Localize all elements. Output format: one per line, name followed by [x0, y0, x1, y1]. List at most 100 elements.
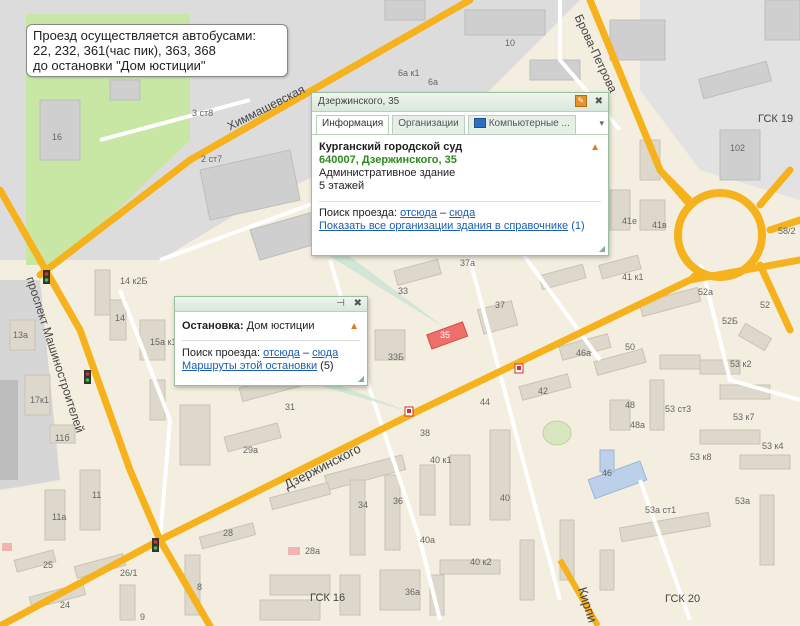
popup-header: ⊣ ✖ [175, 297, 367, 312]
house-label: 11 [92, 490, 102, 500]
bus-stop-marker-2[interactable] [514, 363, 524, 374]
close-icon[interactable]: ✖ [354, 298, 362, 309]
show-all-organizations-link[interactable]: Показать все организации здания в справо… [319, 220, 568, 232]
house-label: 53а [735, 496, 751, 506]
house-label: 41в [652, 220, 667, 230]
route-dash: – [439, 207, 447, 219]
house-label: 53а ст1 [645, 505, 677, 515]
route-label: Поиск проезда: [182, 347, 260, 359]
house-label: 53 к8 [690, 452, 712, 462]
building-floors: 5 этажей [319, 180, 365, 192]
route-from-here-link[interactable]: отсюда [400, 207, 437, 219]
note-line: 22, 232, 361(час пик), 363, 368 [33, 43, 216, 58]
stop-routes-link[interactable]: Маршруты этой остановки [182, 360, 317, 372]
house-label: 6а [428, 77, 439, 87]
house-label: 53 к4 [762, 441, 784, 451]
house-label: 24 [60, 600, 71, 610]
tab-computer[interactable]: Компьютерные ... [467, 115, 576, 134]
route-to-here-link[interactable]: сюда [449, 207, 475, 219]
house-label: 37 [495, 300, 506, 310]
house-label: 53 к7 [733, 412, 755, 422]
pin-icon[interactable]: ✎ [574, 95, 587, 108]
traffic-light-icon-2 [43, 270, 50, 284]
house-label: 31 [285, 402, 296, 412]
house-label: 44 [480, 397, 491, 407]
house-label: 50 [625, 342, 636, 352]
house-label: 40 к1 [430, 455, 452, 465]
house-label: 102 [730, 143, 746, 153]
house-label: 52а [698, 287, 714, 297]
house-label: 33Б [388, 352, 404, 362]
highlighted-building-label: 35 [440, 330, 451, 340]
house-label: 48а [630, 420, 646, 430]
house-label: 14 [115, 313, 126, 323]
popup-title: Дзержинского, 35 [318, 96, 400, 107]
house-label: 40 к2 [470, 557, 492, 567]
house-label: 53 ст3 [665, 404, 692, 414]
house-label: 11а [52, 512, 67, 522]
tab-info[interactable]: Информация [316, 115, 390, 134]
bus-stop-popup: ⊣ ✖ ▲ Остановка: Дом юстиции Поиск проез… [174, 296, 368, 386]
resize-handle-icon[interactable]: ◢ [599, 244, 605, 253]
house-label: 17к1 [30, 395, 49, 405]
small-green [542, 420, 572, 446]
house-label: 11б [55, 433, 70, 443]
house-label: 26/1 [120, 568, 138, 578]
house-label: 3 ст8 [192, 108, 214, 118]
house-label: 28а [305, 546, 321, 556]
close-icon[interactable]: ✖ [595, 96, 603, 107]
house-label: 36 [393, 496, 404, 506]
organization-name: Курганский городской суд [319, 141, 463, 153]
route-from-here-link[interactable]: отсюда [263, 347, 300, 359]
house-label: 41 к1 [622, 272, 644, 282]
house-label: 52 [760, 300, 771, 310]
house-label: 10 [505, 38, 516, 48]
house-label: 14 к2Б [120, 276, 148, 286]
garage-label: ГСК 20 [665, 593, 701, 605]
house-label: 40а [420, 535, 436, 545]
bus-stop-marker[interactable] [404, 406, 414, 417]
pin-icon[interactable]: ⊣ [336, 298, 345, 309]
house-label: 37а [460, 258, 476, 268]
building-popup: Дзержинского, 35 ✎ ✖ Информация Организа… [311, 92, 609, 256]
chevron-down-icon[interactable]: ▾ [599, 115, 604, 134]
stop-label: Остановка: [182, 320, 244, 332]
route-label: Поиск проезда: [319, 207, 397, 219]
house-label: 25 [43, 560, 54, 570]
tab-organizations[interactable]: Организации [392, 115, 465, 134]
monitor-icon [473, 118, 486, 129]
building-type: Административное здание [319, 167, 456, 179]
house-label: 53 к2 [730, 359, 752, 369]
popup-tabs: Информация Организации Компьютерные ... … [312, 112, 608, 135]
house-label: 33 [398, 286, 409, 296]
house-label: 28 [223, 528, 234, 538]
house-label: 34 [358, 500, 369, 510]
resize-handle-icon[interactable]: ◢ [358, 374, 364, 383]
house-label: 58/2 [778, 226, 796, 236]
route-to-here-link[interactable]: сюда [312, 347, 338, 359]
house-label: 16 [52, 132, 63, 142]
house-label: 41е [622, 216, 638, 226]
organizations-count: (1) [571, 220, 585, 232]
house-label: 13а [13, 330, 29, 340]
route-dash: – [302, 347, 310, 359]
house-label: 42 [538, 386, 549, 396]
report-error-icon[interactable]: ▲ [590, 141, 600, 154]
stop-name: Дом юстиции [246, 320, 315, 332]
note-line: до остановки "Дом юстиции" [33, 58, 206, 73]
garage-label: ГСК 16 [310, 592, 346, 604]
popup-header: Дзержинского, 35 ✎ ✖ [312, 93, 608, 112]
stop-routes-count: (5) [320, 360, 334, 372]
house-label: 48 [625, 400, 636, 410]
house-label: 46а [576, 348, 592, 358]
house-label: 15а к1 [150, 337, 177, 347]
building-address: 640007, Дзержинского, 35 [319, 154, 457, 166]
house-label: 2 ст7 [201, 154, 223, 164]
house-label: 46 [602, 468, 613, 478]
house-label: 36а [405, 587, 421, 597]
garage-label: ГСК 19 [758, 113, 794, 125]
route-search-row: Поиск проезда: отсюда – сюда [319, 207, 601, 220]
report-error-icon[interactable]: ▲ [349, 320, 359, 333]
transit-note: Проезд осуществляется автобусами: 22, 23… [26, 24, 288, 77]
house-label: 52Б [722, 316, 738, 326]
